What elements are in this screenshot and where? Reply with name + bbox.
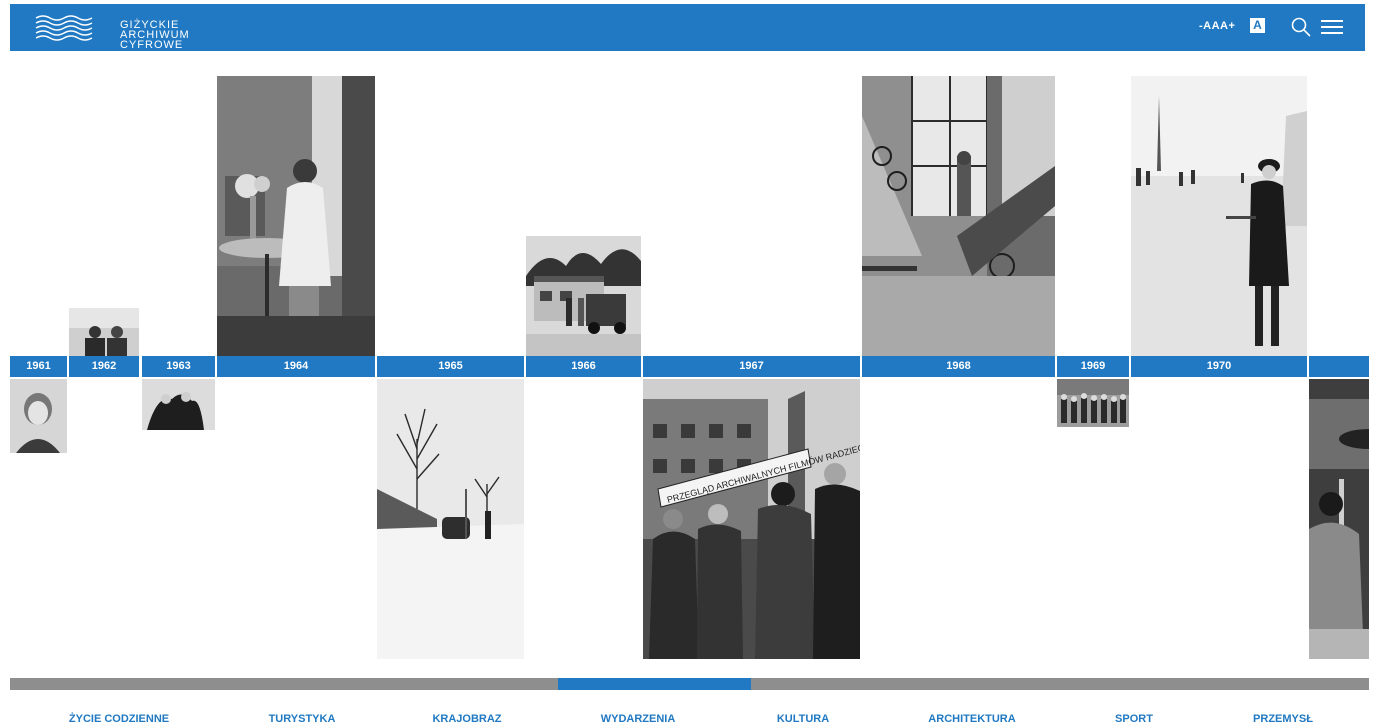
timeline-year-1961[interactable]: 1961 (10, 356, 67, 377)
wave-logo-icon (35, 15, 93, 41)
category-architektura[interactable]: ARCHITEKTURA (928, 713, 1015, 725)
timeline-year-1964[interactable]: 1964 (217, 356, 375, 377)
contrast-toggle-button[interactable]: A (1250, 18, 1265, 33)
photo-1968-staircase[interactable] (862, 76, 1055, 356)
timeline-year-next[interactable] (1309, 356, 1369, 377)
photo-1969-crowd[interactable] (1057, 379, 1129, 427)
hamburger-menu-icon[interactable] (1320, 17, 1344, 37)
timeline-year-1967[interactable]: 1967 (643, 356, 860, 377)
category-krajobraz[interactable]: KRAJOBRAZ (432, 713, 501, 725)
category-przemysl[interactable]: PRZEMYSŁ (1253, 713, 1313, 725)
photo-1963-group-coats[interactable] (142, 379, 215, 430)
timeline-year-1966[interactable]: 1966 (526, 356, 641, 377)
logo-line: CYFROWE (120, 39, 184, 51)
timeline-year-1962[interactable]: 1962 (69, 356, 139, 377)
category-sport[interactable]: SPORT (1115, 713, 1153, 725)
photo-bus-interior-partial[interactable] (1309, 379, 1369, 659)
top-header-bar: GIŻYCKIE ARCHIWUM CYFROWE -AAA+ A (10, 4, 1365, 51)
timeline-scrollbar-thumb[interactable] (558, 678, 751, 690)
timeline-year-1963[interactable]: 1963 (142, 356, 215, 377)
category-wydarzenia[interactable]: WYDARZENIA (601, 713, 676, 725)
photo-1970-woman-on-ice[interactable] (1131, 76, 1307, 356)
site-logo[interactable]: GIŻYCKIE ARCHIWUM CYFROWE (34, 12, 189, 51)
font-size-control[interactable]: -AAA+ (1199, 20, 1235, 32)
timeline-year-1968[interactable]: 1968 (862, 356, 1055, 377)
search-icon[interactable] (1290, 16, 1312, 38)
photo-1964-woman-at-table[interactable] (217, 76, 375, 356)
timeline-year-1965[interactable]: 1965 (377, 356, 524, 377)
photo-1966-building-vehicle[interactable] (526, 236, 641, 356)
photo-1961-girl-portrait[interactable] (10, 379, 67, 453)
category-zycie-codzienne[interactable]: ŻYCIE CODZIENNE (69, 713, 169, 725)
category-turystyka[interactable]: TURYSTYKA (269, 713, 336, 725)
category-kultura[interactable]: KULTURA (777, 713, 829, 725)
timeline-year-1969[interactable]: 1969 (1057, 356, 1129, 377)
logo-text: GIŻYCKIE ARCHIWUM CYFROWE (120, 20, 190, 51)
timeline-year-1970[interactable]: 1970 (1131, 356, 1307, 377)
photo-1962-two-people[interactable] (69, 308, 139, 356)
photo-1967-street-banner[interactable]: PRZEGLĄD ARCHIWALNYCH FILMÓW RADZIECKICH (643, 379, 860, 659)
photo-1965-snowy-road[interactable] (377, 379, 524, 659)
